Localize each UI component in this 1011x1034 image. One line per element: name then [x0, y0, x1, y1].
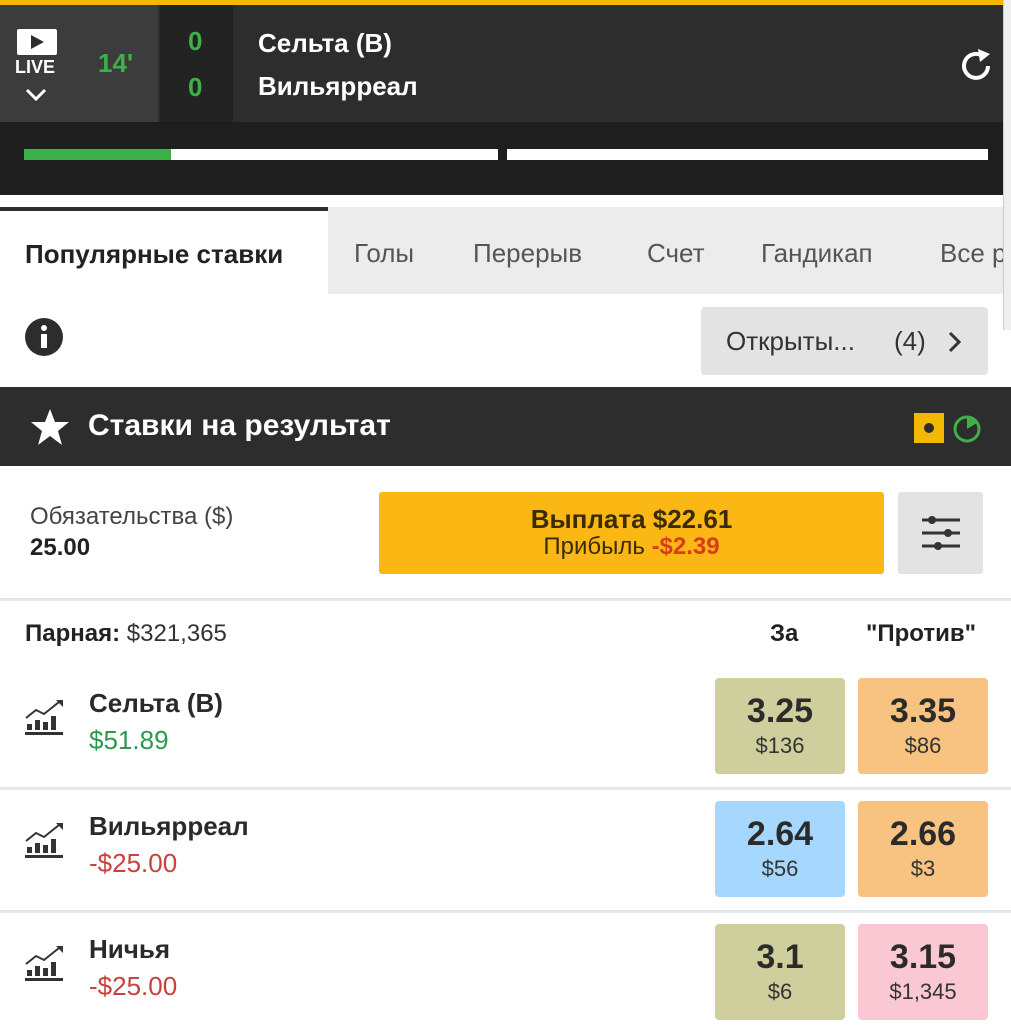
market-tabs: Популярные ставки Голы Перерыв Счет Ганд…: [0, 207, 1003, 294]
liability-value: 25.00: [30, 534, 91, 561]
cash-out-settings-button[interactable]: [898, 492, 983, 574]
matched-value: $321,365: [126, 620, 227, 647]
runner-row: Ничья -$25.00 3.1 $6 3.15 $1,345: [0, 914, 1011, 1034]
chevron-right-icon: [948, 331, 961, 353]
clock-icon: [953, 415, 981, 443]
cash-out-button[interactable]: Выплата $22.61 Прибыль -$2.39: [379, 492, 884, 574]
divider: [0, 787, 1011, 790]
away-score: 0: [188, 72, 203, 102]
home-team-name: Сельта (В): [258, 28, 392, 58]
match-odds-section-header: Ставки на результат: [0, 387, 1011, 466]
match-header: LIVE 14' 0 0 Сельта (В) Вильярреал: [0, 5, 1003, 195]
market-chart-icon[interactable]: [23, 698, 65, 738]
market-chart-icon[interactable]: [23, 821, 65, 861]
back-column-header: За: [770, 620, 799, 647]
runner-row: Вильярреал -$25.00 2.64 $56 2.66 $3: [0, 791, 1011, 911]
odds-price: 3.15: [889, 938, 957, 976]
first-half-progress-fill: [24, 149, 171, 160]
open-bets-count: (4): [894, 326, 926, 356]
odds-available: $3: [910, 856, 936, 881]
chevron-down-icon[interactable]: [25, 88, 47, 102]
info-icon[interactable]: [25, 318, 63, 356]
tab-popular-bets[interactable]: Популярные ставки: [0, 207, 328, 294]
live-label: LIVE: [15, 57, 56, 77]
section-title: Ставки на результат: [88, 409, 391, 442]
divider: [0, 598, 1011, 601]
open-bets-label: Открыты...: [726, 326, 855, 356]
live-toggle[interactable]: LIVE 14': [0, 5, 158, 122]
payout-amount: Выплата $22.61: [530, 504, 733, 534]
home-score: 0: [188, 26, 203, 56]
second-half-progress: [507, 149, 988, 160]
star-icon[interactable]: [30, 407, 70, 447]
lay-odds-button[interactable]: 3.15 $1,345: [858, 924, 988, 1020]
away-team-name: Вильярреал: [258, 71, 418, 101]
back-odds-button[interactable]: 3.1 $6: [715, 924, 845, 1020]
lay-odds-button[interactable]: 3.35 $86: [858, 678, 988, 774]
odds-price: 3.25: [746, 692, 814, 730]
open-bets-button[interactable]: Открыты... (4): [701, 307, 988, 375]
profit-line: Прибыль -$2.39: [379, 533, 884, 561]
video-play-icon: [17, 29, 57, 55]
liability-label: Обязательства ($): [30, 503, 234, 530]
tab-handicap[interactable]: Гандикап: [761, 207, 873, 294]
tab-score[interactable]: Счет: [647, 207, 705, 294]
sliders-icon: [922, 516, 960, 550]
tab-half-time[interactable]: Перерыв: [473, 207, 582, 294]
odds-available: $136: [755, 733, 805, 758]
odds-price: 2.66: [889, 815, 957, 853]
odds-price: 2.64: [746, 815, 814, 853]
profit-value: -$2.39: [651, 533, 720, 560]
tab-goals[interactable]: Голы: [354, 207, 414, 294]
odds-available: $6: [767, 979, 793, 1004]
runner-name: Ничья: [89, 934, 171, 964]
matched-amount: Парная: $321,365: [25, 620, 227, 648]
matched-label: Парная:: [25, 620, 121, 647]
runner-row: Сельта (В) $51.89 3.25 $136 3.35 $86: [0, 668, 1011, 788]
odds-price: 3.35: [889, 692, 957, 730]
odds-price: 3.1: [756, 938, 804, 976]
odds-available: $56: [761, 856, 799, 881]
profit-label: Прибыль: [543, 533, 645, 560]
runner-name: Сельта (В): [89, 688, 223, 718]
market-chart-icon[interactable]: [23, 944, 65, 984]
back-odds-button[interactable]: 2.64 $56: [715, 801, 845, 897]
runner-name: Вильярреал: [89, 811, 249, 841]
match-progress: [0, 122, 1003, 195]
runner-profit-loss: $51.89: [89, 725, 169, 755]
match-minute: 14': [98, 48, 134, 78]
lay-odds-button[interactable]: 2.66 $3: [858, 801, 988, 897]
scrollbar[interactable]: [1003, 0, 1011, 330]
odds-available: $1,345: [889, 979, 957, 1004]
score-box: 0 0: [160, 5, 233, 122]
runner-profit-loss: -$25.00: [89, 848, 178, 878]
odds-available: $86: [904, 733, 942, 758]
divider: [0, 910, 1011, 913]
first-half-progress: [24, 149, 498, 160]
refresh-icon[interactable]: [957, 47, 995, 85]
in-play-icon: [914, 413, 944, 443]
tab-all-markets[interactable]: Все р: [940, 207, 1003, 294]
runner-profit-loss: -$25.00: [89, 971, 178, 1001]
lay-column-header: "Против": [866, 620, 976, 647]
back-odds-button[interactable]: 3.25 $136: [715, 678, 845, 774]
